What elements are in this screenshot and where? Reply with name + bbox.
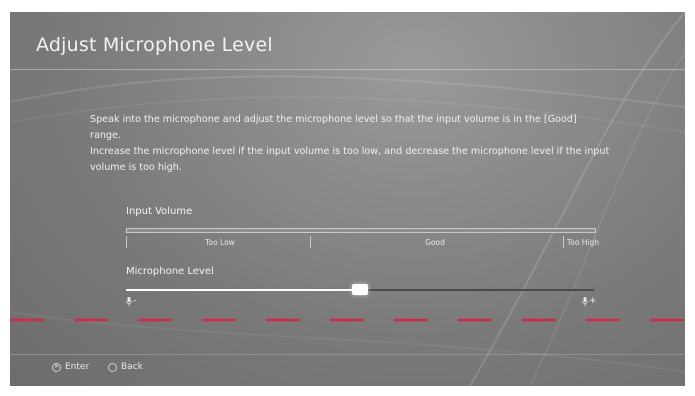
title-divider — [10, 69, 685, 70]
enter-label: Enter — [65, 362, 90, 372]
mic-min-indicator: - — [126, 296, 136, 306]
meter-divider-start — [126, 236, 127, 248]
input-volume-meter — [126, 228, 596, 233]
red-dashed-guideline — [10, 318, 685, 322]
back-label: Back — [121, 362, 143, 372]
instructions-line-2: Increase the microphone level if the inp… — [90, 146, 610, 173]
microphone-level-fill — [126, 289, 360, 291]
page-title: Adjust Microphone Level — [36, 34, 273, 56]
microphone-level-thumb[interactable] — [352, 284, 368, 295]
mic-max-indicator: + — [582, 296, 597, 306]
microphone-level-label: Microphone Level — [126, 266, 214, 277]
footer-divider — [10, 354, 685, 355]
mic-max-symbol: + — [589, 296, 597, 306]
meter-divider-low-good — [310, 236, 311, 248]
range-too-high: Too High — [566, 238, 600, 247]
input-volume-label: Input Volume — [126, 206, 193, 217]
microphone-icon — [582, 296, 588, 306]
back-action[interactable]: Back — [108, 362, 143, 372]
range-good: Good — [425, 238, 445, 247]
circle-button-icon — [108, 362, 117, 372]
instructions: Speak into the microphone and adjust the… — [90, 112, 610, 176]
settings-screen: Adjust Microphone Level Speak into the m… — [10, 12, 685, 386]
mic-min-symbol: - — [133, 296, 137, 306]
instructions-line-1: Speak into the microphone and adjust the… — [90, 114, 577, 141]
range-too-low: Too Low — [205, 238, 235, 247]
enter-action[interactable]: ✕ Enter — [52, 362, 89, 372]
cross-button-icon: ✕ — [52, 362, 61, 372]
microphone-icon — [126, 296, 132, 306]
